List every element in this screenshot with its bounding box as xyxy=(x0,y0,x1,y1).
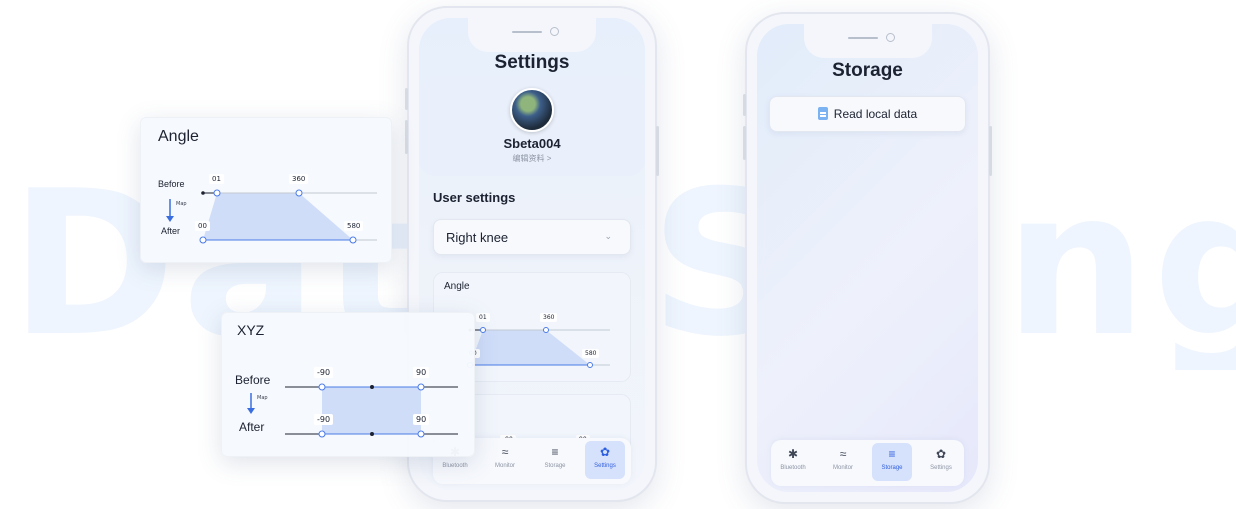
map-label: Map xyxy=(176,201,187,207)
after-min-handle[interactable] xyxy=(199,236,207,244)
arrow-down-icon xyxy=(166,216,174,222)
edit-profile-link[interactable]: 编辑资料 > xyxy=(419,153,645,164)
phone-notch xyxy=(468,18,596,52)
tab-bar: ✱ Bluetooth ≈ Monitor ≡ Storage ✿ Settin… xyxy=(771,440,964,486)
xyz-card: XYZ Before Map After -90 90 -90 90 xyxy=(221,312,475,457)
slider-handle[interactable] xyxy=(480,327,486,333)
tab-bluetooth[interactable]: ✱ Bluetooth xyxy=(773,443,813,481)
document-icon xyxy=(817,107,828,120)
before-min-value: 01 xyxy=(209,174,224,184)
before-label: Before xyxy=(235,373,271,387)
after-min-handle[interactable] xyxy=(318,430,326,438)
after-min-value: 00 xyxy=(195,221,210,231)
slider-handle[interactable] xyxy=(587,362,593,368)
storage-icon: ≡ xyxy=(888,447,896,461)
bluetooth-icon: ✱ xyxy=(787,447,799,461)
joint-select-value: Right knee xyxy=(446,230,509,245)
before-min-value: -90 xyxy=(314,367,334,378)
monitor-icon: ≈ xyxy=(501,445,509,459)
map-label: Map xyxy=(257,395,268,401)
tab-settings[interactable]: ✿ Settings xyxy=(921,443,961,481)
tab-monitor[interactable]: ≈ Monitor xyxy=(823,443,863,481)
after-max-value: 580 xyxy=(582,349,600,358)
after-max-value: 90 xyxy=(413,414,430,425)
tab-storage[interactable]: ≡ Storage xyxy=(535,441,575,479)
before-max-handle[interactable] xyxy=(417,383,425,391)
before-max-handle[interactable] xyxy=(295,189,303,197)
tab-storage[interactable]: ≡ Storage xyxy=(872,443,912,481)
username: Sbeta004 xyxy=(503,136,561,151)
before-max-value: 90 xyxy=(413,367,430,378)
settings-gear-icon: ✿ xyxy=(935,447,947,461)
before-min-value: 01 xyxy=(476,313,490,322)
settings-gear-icon: ✿ xyxy=(599,445,611,459)
chevron-down-icon: ⌄ xyxy=(604,231,612,241)
after-max-handle[interactable] xyxy=(349,236,357,244)
before-max-value: 360 xyxy=(540,313,558,322)
before-label: Before xyxy=(158,179,185,189)
tab-monitor[interactable]: ≈ Monitor xyxy=(485,441,525,479)
tab-settings[interactable]: ✿ Settings xyxy=(585,441,625,479)
before-max-value: 360 xyxy=(289,174,309,184)
before-min-handle[interactable] xyxy=(318,383,326,391)
page-title: Settings xyxy=(494,52,570,73)
storage-phone: Storage Read local data ✱ Bluetooth ≈ Mo… xyxy=(743,12,992,504)
before-min-handle[interactable] xyxy=(213,189,221,197)
after-max-handle[interactable] xyxy=(417,430,425,438)
phone-notch xyxy=(803,24,932,58)
slider-handle[interactable] xyxy=(543,327,549,333)
page-title: Storage xyxy=(832,60,903,81)
read-local-data-button[interactable]: Read local data xyxy=(769,96,966,132)
after-label: After xyxy=(161,226,181,236)
after-label: After xyxy=(239,420,265,434)
joint-select[interactable]: Right knee ⌄ xyxy=(433,219,631,255)
read-local-data-label: Read local data xyxy=(833,107,918,121)
monitor-icon: ≈ xyxy=(839,447,847,461)
avatar[interactable] xyxy=(510,88,554,132)
angle-card: Angle Before Map After 01 360 00 580 xyxy=(140,117,392,263)
arrow-down-icon xyxy=(247,408,255,414)
storage-icon: ≡ xyxy=(551,445,559,459)
section-title: User settings xyxy=(433,190,516,205)
after-min-value: -90 xyxy=(314,414,334,425)
storage-screen: Storage Read local data ✱ Bluetooth ≈ Mo… xyxy=(757,24,978,492)
after-max-value: 580 xyxy=(344,221,364,231)
angle-mapping-slider xyxy=(166,189,377,244)
